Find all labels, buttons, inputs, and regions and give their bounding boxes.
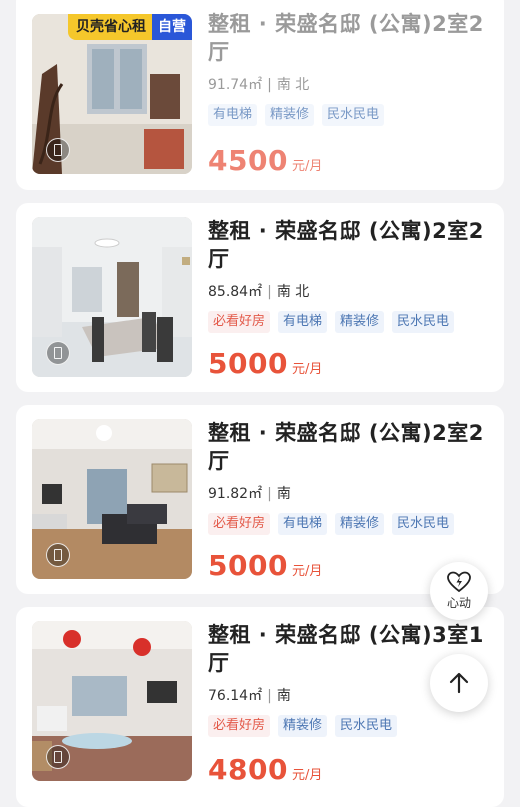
- listing-tags: 必看好房 有电梯 精装修 民水民电: [208, 311, 494, 333]
- listing-price: 5000 元/月: [208, 347, 322, 380]
- meta-separator: |: [267, 486, 272, 502]
- favorite-button[interactable]: 心动: [430, 562, 488, 620]
- favorite-label: 心动: [446, 596, 471, 610]
- tag: 精装修: [265, 104, 315, 126]
- tag: 有电梯: [208, 104, 258, 126]
- listing-photo[interactable]: [32, 621, 192, 781]
- listing-orientation: 南 北: [276, 77, 310, 93]
- listing-orientation: 南: [276, 486, 291, 502]
- listing-title: 整租 · 荣盛名邸 (公寓)2室2厅: [208, 12, 484, 64]
- video-icon: [46, 745, 70, 769]
- listing-card[interactable]: 整租 · 荣盛名邸 (公寓)3室1厅 76.14㎡ | 南 必看好房 精装修 民水民…: [16, 607, 504, 807]
- price-unit: 元/月: [291, 362, 323, 377]
- price-value: 5000: [208, 549, 288, 582]
- video-icon: [46, 138, 70, 162]
- tag: 有电梯: [278, 513, 328, 535]
- listing-photo[interactable]: [32, 217, 192, 377]
- tag: 民水民电: [322, 104, 385, 126]
- tag: 精装修: [335, 513, 385, 535]
- listing-meta: 91.74㎡ | 南 北: [208, 76, 494, 94]
- listing-title: 整租 · 荣盛名邸 (公寓)2室2厅: [208, 421, 484, 473]
- listing-photo[interactable]: 贝壳省心租 自营: [32, 14, 192, 174]
- back-to-top-button[interactable]: [430, 654, 488, 712]
- video-icon: [46, 341, 70, 365]
- tag: 民水民电: [392, 513, 455, 535]
- arrow-up-icon: [449, 672, 469, 694]
- listing-meta: 85.84㎡ | 南 北: [208, 283, 494, 301]
- listing-area: 91.74㎡: [208, 77, 263, 93]
- heart-lightning-icon: [447, 571, 471, 593]
- listing-meta: 91.82㎡ | 南: [208, 485, 494, 503]
- price-value: 5000: [208, 347, 288, 380]
- tag: 有电梯: [278, 311, 328, 333]
- listing-price: 4500 元/月: [208, 144, 322, 177]
- tag: 民水民电: [392, 311, 455, 333]
- price-unit: 元/月: [291, 768, 323, 783]
- listing-orientation: 南: [276, 688, 291, 704]
- listing-card[interactable]: 整租 · 荣盛名邸 (公寓)2室2厅 85.84㎡ | 南 北 必看好房 有电梯 精…: [16, 203, 504, 392]
- listing-orientation: 南 北: [276, 284, 310, 300]
- price-unit: 元/月: [291, 159, 323, 174]
- badge-self-operated: 自营: [152, 14, 192, 40]
- listing-area: 85.84㎡: [208, 284, 263, 300]
- listing-badge: 贝壳省心租 自营: [68, 14, 192, 40]
- meta-separator: |: [267, 688, 272, 704]
- badge-brand: 贝壳省心租: [68, 14, 152, 40]
- listing-tags: 有电梯 精装修 民水民电: [208, 104, 494, 126]
- price-value: 4800: [208, 753, 288, 786]
- tag: 必看好房: [208, 715, 271, 737]
- meta-separator: |: [267, 284, 272, 300]
- listing-card[interactable]: 整租 · 荣盛名邸 (公寓)2室2厅 91.82㎡ | 南 必看好房 有电梯 精装修…: [16, 405, 504, 594]
- listing-title: 整租 · 荣盛名邸 (公寓)2室2厅: [208, 219, 484, 271]
- listing-price: 4800 元/月: [208, 753, 322, 786]
- tag: 民水民电: [335, 715, 398, 737]
- tag: 精装修: [278, 715, 328, 737]
- tag: 精装修: [335, 311, 385, 333]
- listing-photo[interactable]: [32, 419, 192, 579]
- tag: 必看好房: [208, 513, 271, 535]
- listing-area: 76.14㎡: [208, 688, 263, 704]
- listing-price: 5000 元/月: [208, 549, 322, 582]
- listing-tags: 必看好房 有电梯 精装修 民水民电: [208, 513, 494, 535]
- price-value: 4500: [208, 144, 288, 177]
- tag: 必看好房: [208, 311, 271, 333]
- video-icon: [46, 543, 70, 567]
- price-unit: 元/月: [291, 564, 323, 579]
- listing-card[interactable]: 贝壳省心租 自营 整租 · 荣盛名邸 (公寓)2室2厅 91.74㎡ | 南 北 有…: [16, 0, 504, 190]
- listing-tags: 必看好房 精装修 民水民电: [208, 715, 494, 737]
- listing-area: 91.82㎡: [208, 486, 263, 502]
- meta-separator: |: [267, 77, 272, 93]
